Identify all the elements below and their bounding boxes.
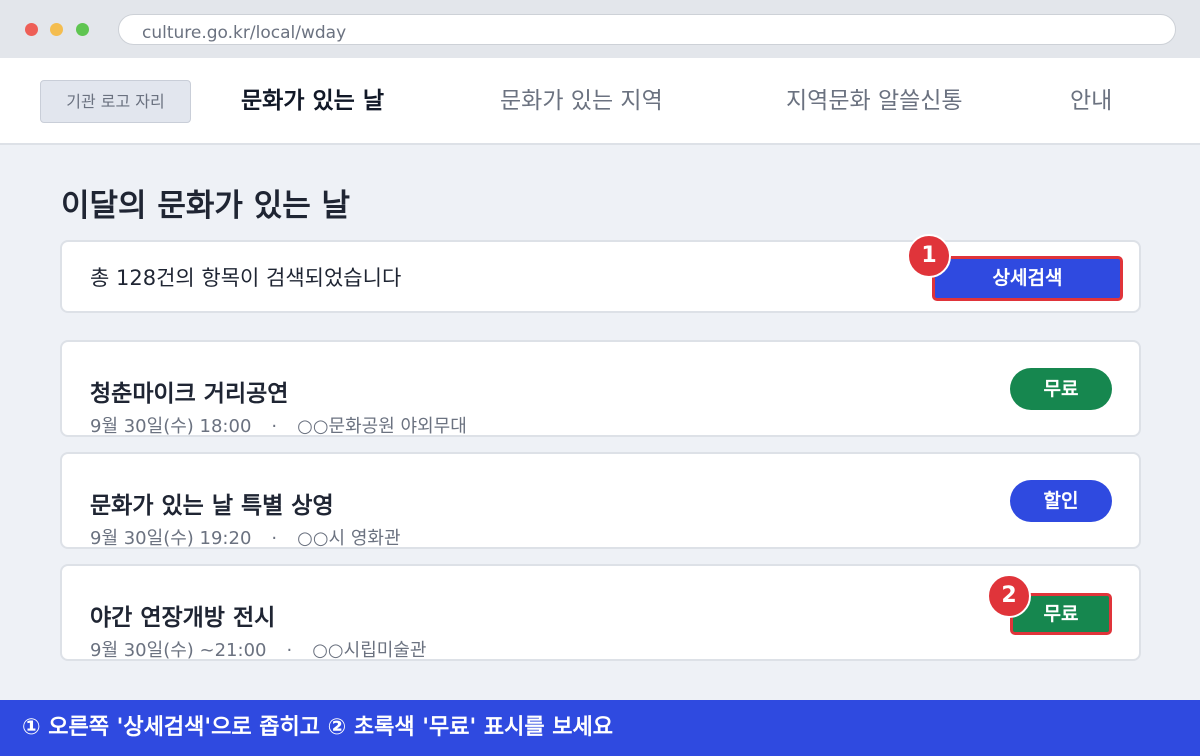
callout-marker-1: 1 xyxy=(907,234,951,278)
browser-chrome: culture.go.kr/local/wday xyxy=(0,0,1200,58)
event-title: 야간 연장개방 전시 xyxy=(90,605,276,631)
event-meta: 9월 30일(수) 19:20 · ○○시 영화관 xyxy=(90,524,401,549)
maximize-window-button[interactable] xyxy=(76,23,89,36)
close-window-button[interactable] xyxy=(25,23,38,36)
advanced-search-button[interactable]: 상세검색 xyxy=(932,256,1123,301)
event-venue: ○○시립미술관 xyxy=(312,640,427,661)
nav-item-guide[interactable]: 안내 xyxy=(1070,58,1112,145)
event-venue: ○○시 영화관 xyxy=(297,528,401,549)
results-summary-box: 총 128건의 항목이 검색되었습니다 상세검색 xyxy=(60,240,1141,313)
event-title: 문화가 있는 날 특별 상영 xyxy=(90,493,334,519)
top-navigation: 기관 로고 자리 문화가 있는 날 문화가 있는 지역 지역문화 알쓸신통 안내 xyxy=(0,58,1200,145)
event-date: 9월 30일(수) 18:00 xyxy=(90,416,252,437)
results-count-text: 총 128건의 항목이 검색되었습니다 xyxy=(90,266,402,290)
nav-item-local-culture-info[interactable]: 지역문화 알쓸신통 xyxy=(786,58,963,145)
event-date: 9월 30일(수) ~21:00 xyxy=(90,640,267,661)
minimize-window-button[interactable] xyxy=(50,23,63,36)
event-date: 9월 30일(수) 19:20 xyxy=(90,528,252,549)
free-badge[interactable]: 무료 xyxy=(1010,368,1112,410)
event-venue: ○○문화공원 야외무대 xyxy=(297,416,467,437)
instruction-bar: ① 오른쪽 '상세검색'으로 좁히고 ② 초록색 '무료' 표시를 보세요 xyxy=(0,700,1200,756)
nav-item-culture-region[interactable]: 문화가 있는 지역 xyxy=(500,58,663,145)
event-meta: 9월 30일(수) ~21:00 · ○○시립미술관 xyxy=(90,636,427,661)
logo-placeholder: 기관 로고 자리 xyxy=(40,80,191,123)
meta-separator: · xyxy=(271,528,278,549)
callout-marker-2: 2 xyxy=(987,574,1031,618)
page-title: 이달의 문화가 있는 날 xyxy=(61,188,351,224)
event-card[interactable]: 야간 연장개방 전시 9월 30일(수) ~21:00 · ○○시립미술관 무료 xyxy=(60,564,1141,661)
event-meta: 9월 30일(수) 18:00 · ○○문화공원 야외무대 xyxy=(90,412,467,437)
event-card[interactable]: 문화가 있는 날 특별 상영 9월 30일(수) 19:20 · ○○시 영화관 할… xyxy=(60,452,1141,549)
meta-separator: · xyxy=(286,640,293,661)
discount-badge[interactable]: 할인 xyxy=(1010,480,1112,522)
event-title: 청춘마이크 거리공연 xyxy=(90,381,289,407)
address-bar[interactable]: culture.go.kr/local/wday xyxy=(118,14,1176,45)
meta-separator: · xyxy=(271,416,278,437)
nav-item-culture-day[interactable]: 문화가 있는 날 xyxy=(241,58,384,145)
event-card[interactable]: 청춘마이크 거리공연 9월 30일(수) 18:00 · ○○문화공원 야외무대 무… xyxy=(60,340,1141,437)
